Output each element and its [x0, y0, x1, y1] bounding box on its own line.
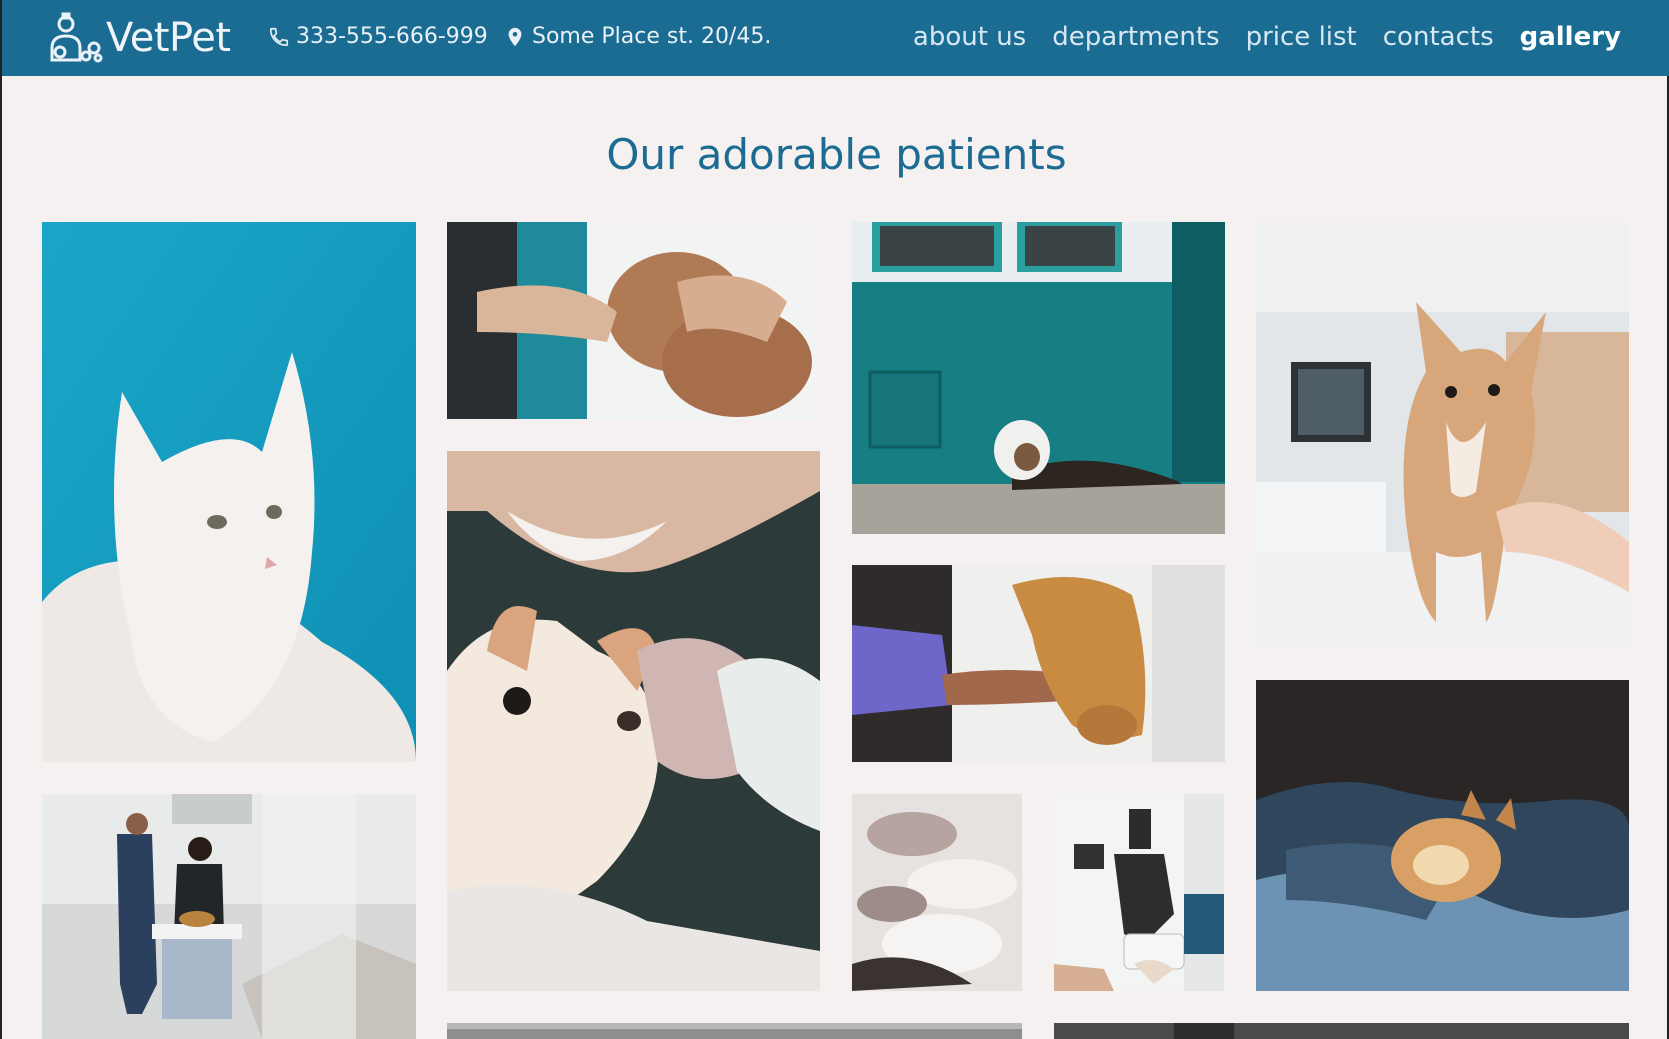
phone-contact[interactable]: 333-555-666-999	[268, 24, 488, 49]
phone-number: 333-555-666-999	[296, 24, 488, 49]
nav-item-contacts[interactable]: contacts	[1383, 22, 1494, 52]
gallery-photo-vets-xray-room[interactable]	[42, 794, 416, 1039]
vet-pet-logo-icon	[50, 12, 103, 63]
gallery-photo-dog-with-cone[interactable]	[852, 222, 1225, 534]
gallery-photo-newborn-puppies[interactable]	[852, 794, 1022, 991]
address-text: Some Place st. 20/45.	[532, 24, 772, 49]
logo-text: VetPet	[106, 15, 231, 61]
page-title: Our adorable patients	[606, 130, 1067, 179]
gallery-photo-vet-golden-dog[interactable]	[852, 565, 1225, 762]
gallery-photo-chihuahua-exam[interactable]	[1256, 222, 1629, 648]
nav-item-price-list[interactable]: price list	[1246, 22, 1357, 52]
nav-item-departments[interactable]: departments	[1052, 22, 1219, 52]
gallery-photo-partial-bottom-left[interactable]	[447, 1023, 1022, 1039]
phone-icon	[269, 27, 289, 46]
gallery-photo-partial-bottom-right[interactable]	[1054, 1023, 1629, 1039]
logo[interactable]: VetPet	[48, 12, 231, 64]
site-header: VetPet 333-555-666-999 Some Place st. 20…	[2, 0, 1669, 76]
nav-item-about-us[interactable]: about us	[913, 22, 1026, 52]
nav-item-gallery[interactable]: gallery	[1520, 22, 1621, 52]
gallery-photo-white-cat[interactable]	[42, 222, 416, 762]
map-pin-icon	[508, 27, 522, 46]
address-contact[interactable]: Some Place st. 20/45.	[504, 24, 771, 49]
gallery-photo-chihuahua-newborn[interactable]	[447, 451, 820, 991]
main-nav: about us departments price list contacts…	[913, 22, 1621, 52]
gallery-photo-microscope[interactable]	[1054, 794, 1224, 991]
gallery-photo-cat-in-blanket[interactable]	[1256, 680, 1629, 991]
gallery-photo-poodle-puppy[interactable]	[447, 222, 820, 419]
